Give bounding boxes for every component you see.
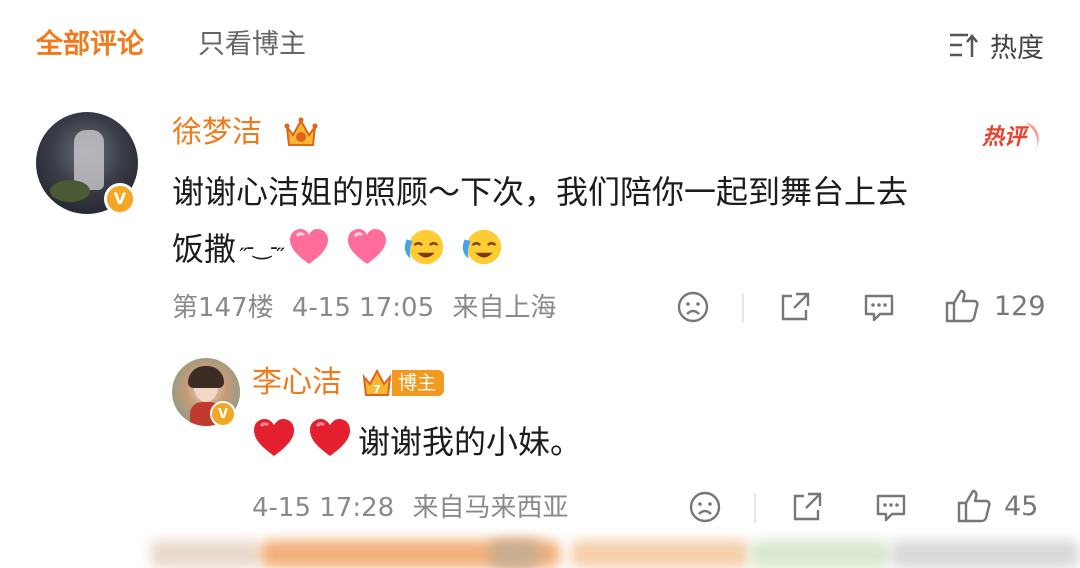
svg-text:热评: 热评 xyxy=(981,124,1030,149)
tears-of-joy-icon xyxy=(403,225,447,269)
dislike-button[interactable] xyxy=(676,290,710,324)
red-heart-icon xyxy=(308,418,352,462)
reply-time: 4-15 17:28 xyxy=(252,493,395,523)
thumbs-up-icon xyxy=(957,489,991,523)
heart-pink-icon xyxy=(345,225,389,269)
level-crown-icon: 7 xyxy=(362,368,392,396)
reply-location: 来自马来西亚 xyxy=(412,493,569,523)
sad-face-icon xyxy=(689,491,721,523)
like-count: 45 xyxy=(1004,490,1039,522)
heart-pink-icon xyxy=(287,225,331,269)
floor-number: 第147楼 xyxy=(172,293,274,323)
sort-icon xyxy=(950,33,978,57)
comment-tabs: 全部评论 只看博主 热度 xyxy=(0,0,1080,90)
share-icon xyxy=(793,492,822,521)
comment-location: 来自上海 xyxy=(452,293,557,323)
comment-text-line2: 饭撒 ˶-‿-˶ xyxy=(172,222,519,272)
divider xyxy=(754,493,756,523)
like-button[interactable]: 45 xyxy=(956,488,1038,524)
reply-text-row: 谢谢我的小妹。 xyxy=(252,414,582,466)
sort-label: 热度 xyxy=(990,32,1044,64)
reply-button[interactable] xyxy=(862,290,896,324)
tab-all-comments[interactable]: 全部评论 xyxy=(36,26,144,64)
share-button[interactable] xyxy=(790,490,824,524)
verified-badge-icon: V xyxy=(104,183,136,215)
sort-button[interactable]: 热度 xyxy=(948,26,1044,64)
blogger-tag: 博主 xyxy=(392,370,445,396)
share-button[interactable] xyxy=(778,290,812,324)
thumbs-up-icon xyxy=(945,289,979,323)
red-heart-icon xyxy=(252,418,296,462)
tears-of-joy-icon xyxy=(461,225,505,269)
tab-author-only[interactable]: 只看博主 xyxy=(198,26,306,64)
comment-text-word: 饭撒 xyxy=(172,230,237,268)
comment-icon xyxy=(864,294,894,322)
hot-comment-badge: 热评 xyxy=(981,122,1039,150)
like-count: 129 xyxy=(994,290,1046,322)
divider xyxy=(742,293,744,323)
crown-vip-icon xyxy=(284,117,318,146)
comment-time: 4-15 17:05 xyxy=(291,293,435,323)
sad-face-icon xyxy=(677,291,709,323)
reply-meta: 4-15 17:28 来自马来西亚 xyxy=(252,490,568,526)
comment-username[interactable]: 徐梦洁 xyxy=(172,113,262,153)
reply-username[interactable]: 李心洁 xyxy=(252,363,342,403)
kaomoji: ˶-‿-˶ xyxy=(240,235,284,260)
reply-text: 谢谢我的小妹。 xyxy=(358,423,583,461)
dislike-button[interactable] xyxy=(688,490,722,524)
comment-meta: 第147楼 4-15 17:05 来自上海 xyxy=(172,290,556,326)
blurred-watermark xyxy=(150,534,1080,568)
comment-text: 谢谢心洁姐的照顾～下次，我们陪你一起到舞台上去 xyxy=(172,173,909,211)
reply-button[interactable] xyxy=(874,490,908,524)
like-button[interactable]: 129 xyxy=(944,288,1046,324)
blogger-badge: 7 博主 xyxy=(362,366,445,400)
comment-icon xyxy=(876,494,906,522)
svg-text:7: 7 xyxy=(373,383,381,396)
share-icon xyxy=(781,292,810,321)
verified-badge-icon: V xyxy=(210,401,236,427)
